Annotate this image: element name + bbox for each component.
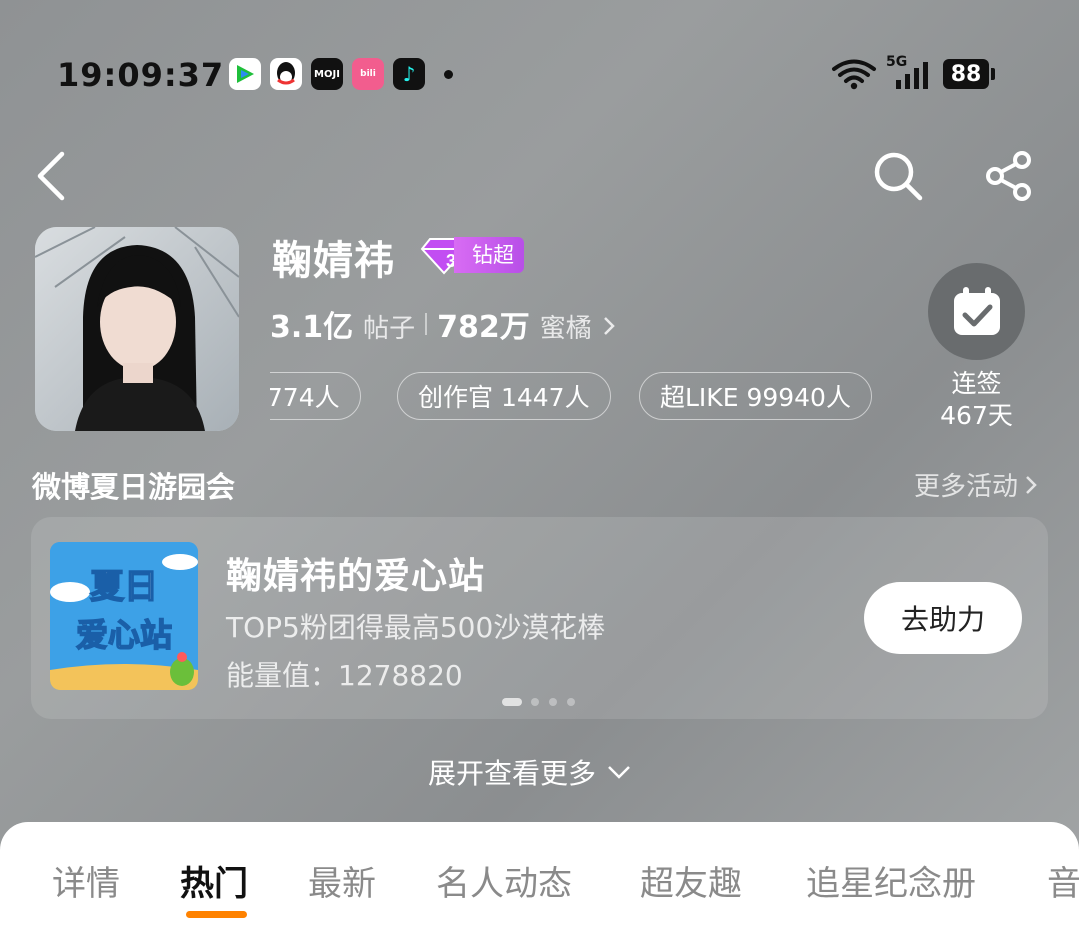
activity-card-image[interactable]: 夏日 爱心站 <box>50 542 198 690</box>
tab-details[interactable]: 详情 <box>52 856 120 905</box>
pager-dot[interactable] <box>531 698 539 706</box>
notification-dot <box>444 70 453 79</box>
battery-level: 88 <box>943 59 989 89</box>
status-time: 19:09:37 <box>57 56 225 94</box>
stats-divider <box>425 313 428 335</box>
checkin-text: 连签 467天 <box>928 368 1025 432</box>
moji-icon: MOJI <box>311 58 343 90</box>
checkin-button[interactable] <box>928 263 1025 360</box>
posts-label[interactable]: 帖子 <box>363 308 415 345</box>
fans-label[interactable]: 蜜橘 <box>540 308 592 345</box>
profile-stats: 3.1亿 帖子 782万 蜜橘 <box>270 302 616 346</box>
checkin-days: 467天 <box>940 401 1013 430</box>
active-tab-indicator <box>186 911 247 918</box>
pill-members[interactable]: 5774人 <box>270 372 361 420</box>
back-button[interactable] <box>34 150 68 206</box>
qq-icon <box>270 58 302 90</box>
chevron-right-icon[interactable] <box>602 315 616 337</box>
calendar-check-icon <box>953 286 1000 335</box>
badge-label: 钻超 <box>454 237 524 273</box>
card-image-text-top: 夏日 <box>90 567 158 607</box>
tencent-video-icon <box>229 58 261 90</box>
pill-creators[interactable]: 创作官 1447人 <box>397 372 611 420</box>
search-icon[interactable] <box>872 150 924 206</box>
share-icon[interactable] <box>984 150 1036 206</box>
chevron-right-icon <box>1026 475 1037 494</box>
bilibili-icon: bili <box>352 58 384 90</box>
help-button[interactable]: 去助力 <box>864 582 1022 654</box>
activity-card-title: 鞠婧祎的爱心站 <box>226 556 486 597</box>
pager-dot[interactable] <box>549 698 557 706</box>
super-badge[interactable]: 3 钻超 <box>420 236 524 275</box>
fans-count: 782万 <box>437 310 530 345</box>
battery-tip <box>991 68 995 80</box>
pager-dot[interactable] <box>567 698 575 706</box>
pager-dot-active[interactable] <box>502 698 522 706</box>
more-activities-link[interactable]: 更多活动 <box>914 466 1038 503</box>
more-activities-label: 更多活动 <box>913 472 1018 502</box>
expand-more-label: 展开查看更多 <box>428 757 597 790</box>
tiktok-icon: ♪ <box>393 58 425 90</box>
tab-super-friends[interactable]: 超友趣 <box>640 856 742 905</box>
pill-row: 5774人 创作官 1447人 超LIKE 99940人 <box>270 372 910 422</box>
activity-card-subtitle: TOP5粉团得最高500沙漠花棒 <box>226 611 606 644</box>
wifi-icon <box>831 58 877 94</box>
tab-music[interactable]: 音 <box>1047 856 1079 905</box>
tab-latest[interactable]: 最新 <box>308 856 376 905</box>
card-image-text-bottom: 爱心站 <box>76 616 172 654</box>
avatar[interactable] <box>35 227 239 431</box>
checkin-label: 连签 <box>951 369 1002 398</box>
tab-hot[interactable]: 热门 <box>180 856 248 905</box>
activity-section-title: 微博夏日游园会 <box>32 470 236 504</box>
profile-name: 鞠婧祎 <box>272 238 395 284</box>
tab-celebrity-updates[interactable]: 名人动态 <box>436 856 572 905</box>
signal-icon <box>894 60 930 94</box>
posts-count: 3.1亿 <box>270 310 354 345</box>
tab-fan-album[interactable]: 追星纪念册 <box>806 856 976 905</box>
activity-card-energy: 能量值：1278820 <box>226 659 463 692</box>
chevron-down-icon <box>608 766 630 779</box>
pill-super-like[interactable]: 超LIKE 99940人 <box>639 372 872 420</box>
expand-more-button[interactable]: 展开查看更多 <box>428 752 632 792</box>
